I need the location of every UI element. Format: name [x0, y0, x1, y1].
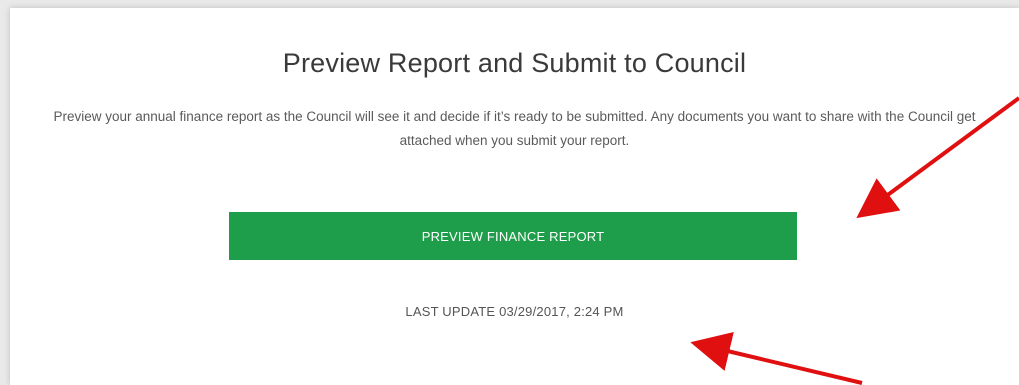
screenshot-stage: Preview Report and Submit to Council Pre… — [0, 0, 1019, 385]
preview-finance-report-button[interactable]: PREVIEW FINANCE REPORT — [229, 212, 797, 260]
panel-description: Preview your annual finance report as th… — [53, 109, 976, 148]
last-update-timestamp: LAST UPDATE 03/29/2017, 2:24 PM — [405, 304, 624, 319]
page-title: Preview Report and Submit to Council — [282, 48, 747, 78]
report-submit-panel: Preview Report and Submit to Council Pre… — [10, 8, 1019, 385]
